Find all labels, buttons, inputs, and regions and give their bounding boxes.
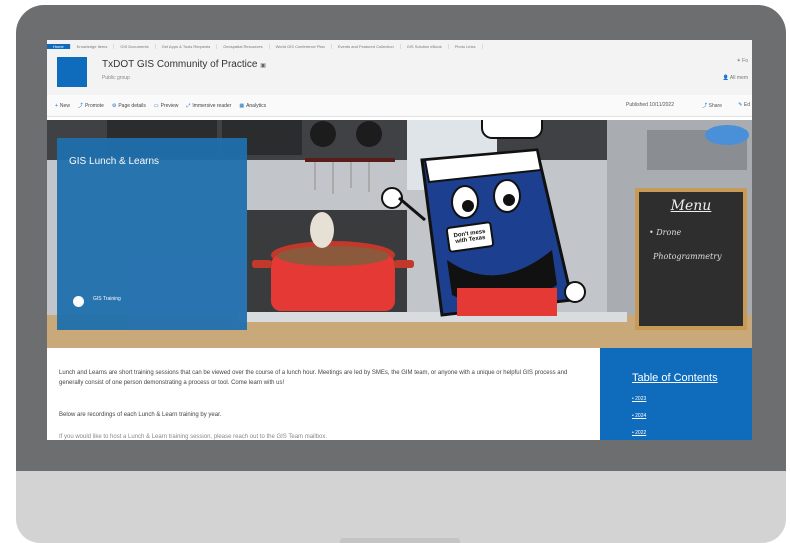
hero-title: GIS Lunch & Learns: [69, 156, 160, 167]
recordings-paragraph: Below are recordings of each Lunch & Lea…: [59, 412, 222, 418]
promote-button[interactable]: ⤴ Promote: [77, 102, 104, 110]
intro-text-section: Lunch and Learns are short training sess…: [47, 348, 600, 440]
command-bar: + New ⤴ Promote ⚙ Page details ▭ Preview ⤢ Im…: [47, 95, 752, 117]
menu-chalkboard: Menu • Drone Photogrammetry: [635, 188, 747, 330]
menu-item: • Drone: [649, 228, 682, 237]
sharepoint-page: Home Knowledge Items GIS Documents Get A…: [47, 40, 752, 440]
immersive-reader-button[interactable]: ⤢ Immersive reader: [186, 103, 231, 109]
promote-icon: ⤴: [77, 103, 83, 109]
toc-title: Table of Contents: [632, 372, 718, 384]
nav-item[interactable]: GIS Documents: [114, 44, 156, 49]
toc-list: 2023 2024 2022: [632, 396, 646, 440]
new-button[interactable]: + New: [55, 103, 70, 109]
nav-item[interactable]: World GIS Conference Plan: [270, 44, 332, 49]
analytics-icon: ▦: [239, 102, 245, 109]
hero-title-panel: GIS Lunch & Learns GIS Training: [57, 138, 247, 330]
published-date: Published 10/11/2022: [625, 102, 674, 108]
site-header: TxDOT GIS Community of Practice ▣ Public…: [47, 53, 752, 95]
site-subtitle: Public group: [102, 75, 130, 81]
nav-item[interactable]: Get Apps & Tools Requests: [156, 44, 218, 49]
nav-item[interactable]: Events and Featured Collection: [332, 44, 401, 49]
preview-icon: ▭: [153, 102, 159, 109]
host-paragraph: If you would like to host a Lunch & Lear…: [59, 434, 328, 440]
gear-icon: ⚙: [111, 102, 117, 109]
share-button[interactable]: ⤴ Share: [702, 102, 722, 109]
page-details-button[interactable]: ⚙ Page details: [112, 103, 146, 109]
toc-link[interactable]: 2024: [632, 413, 646, 419]
toc-link[interactable]: 2022: [632, 430, 646, 436]
topic-dot-icon: [73, 296, 84, 307]
edit-button[interactable]: ✎ Ed: [738, 102, 750, 108]
nav-item[interactable]: Geospatial Resources: [217, 44, 270, 49]
monitor-chin: [16, 471, 786, 543]
site-title[interactable]: TxDOT GIS Community of Practice ▣: [102, 59, 266, 70]
menu-title: Menu: [670, 198, 712, 214]
monitor-notch: [340, 538, 460, 543]
hero-banner: Don't mess with Texas GIS Lunch & Learns…: [47, 120, 752, 348]
preview-button[interactable]: ▭ Preview: [154, 103, 179, 109]
nav-item[interactable]: Knowledge Items: [71, 44, 115, 49]
plus-icon: +: [55, 102, 58, 109]
hub-navigation: Home Knowledge Items GIS Documents Get A…: [47, 40, 752, 54]
nav-item-home[interactable]: Home: [47, 44, 71, 49]
nav-item[interactable]: GIS Solution eBook: [401, 44, 449, 49]
follow-button[interactable]: ✶ Fo: [737, 58, 748, 64]
site-logo[interactable]: [57, 57, 87, 87]
menu-item: Photogrammetry: [653, 252, 722, 261]
immersive-reader-icon: ⤢: [186, 102, 191, 109]
toc-link[interactable]: 2023: [632, 396, 646, 402]
members-button[interactable]: 👤 All mem: [723, 75, 748, 81]
intro-paragraph: Lunch and Learns are short training sess…: [59, 370, 568, 386]
nav-item[interactable]: Photo Links: [449, 44, 483, 49]
group-lock-icon: ▣: [260, 63, 266, 69]
table-of-contents: Table of Contents 2023 2024 2022: [600, 348, 752, 440]
analytics-button[interactable]: ▦ Analytics: [239, 103, 266, 109]
gis-training-link[interactable]: GIS Training: [93, 296, 121, 302]
